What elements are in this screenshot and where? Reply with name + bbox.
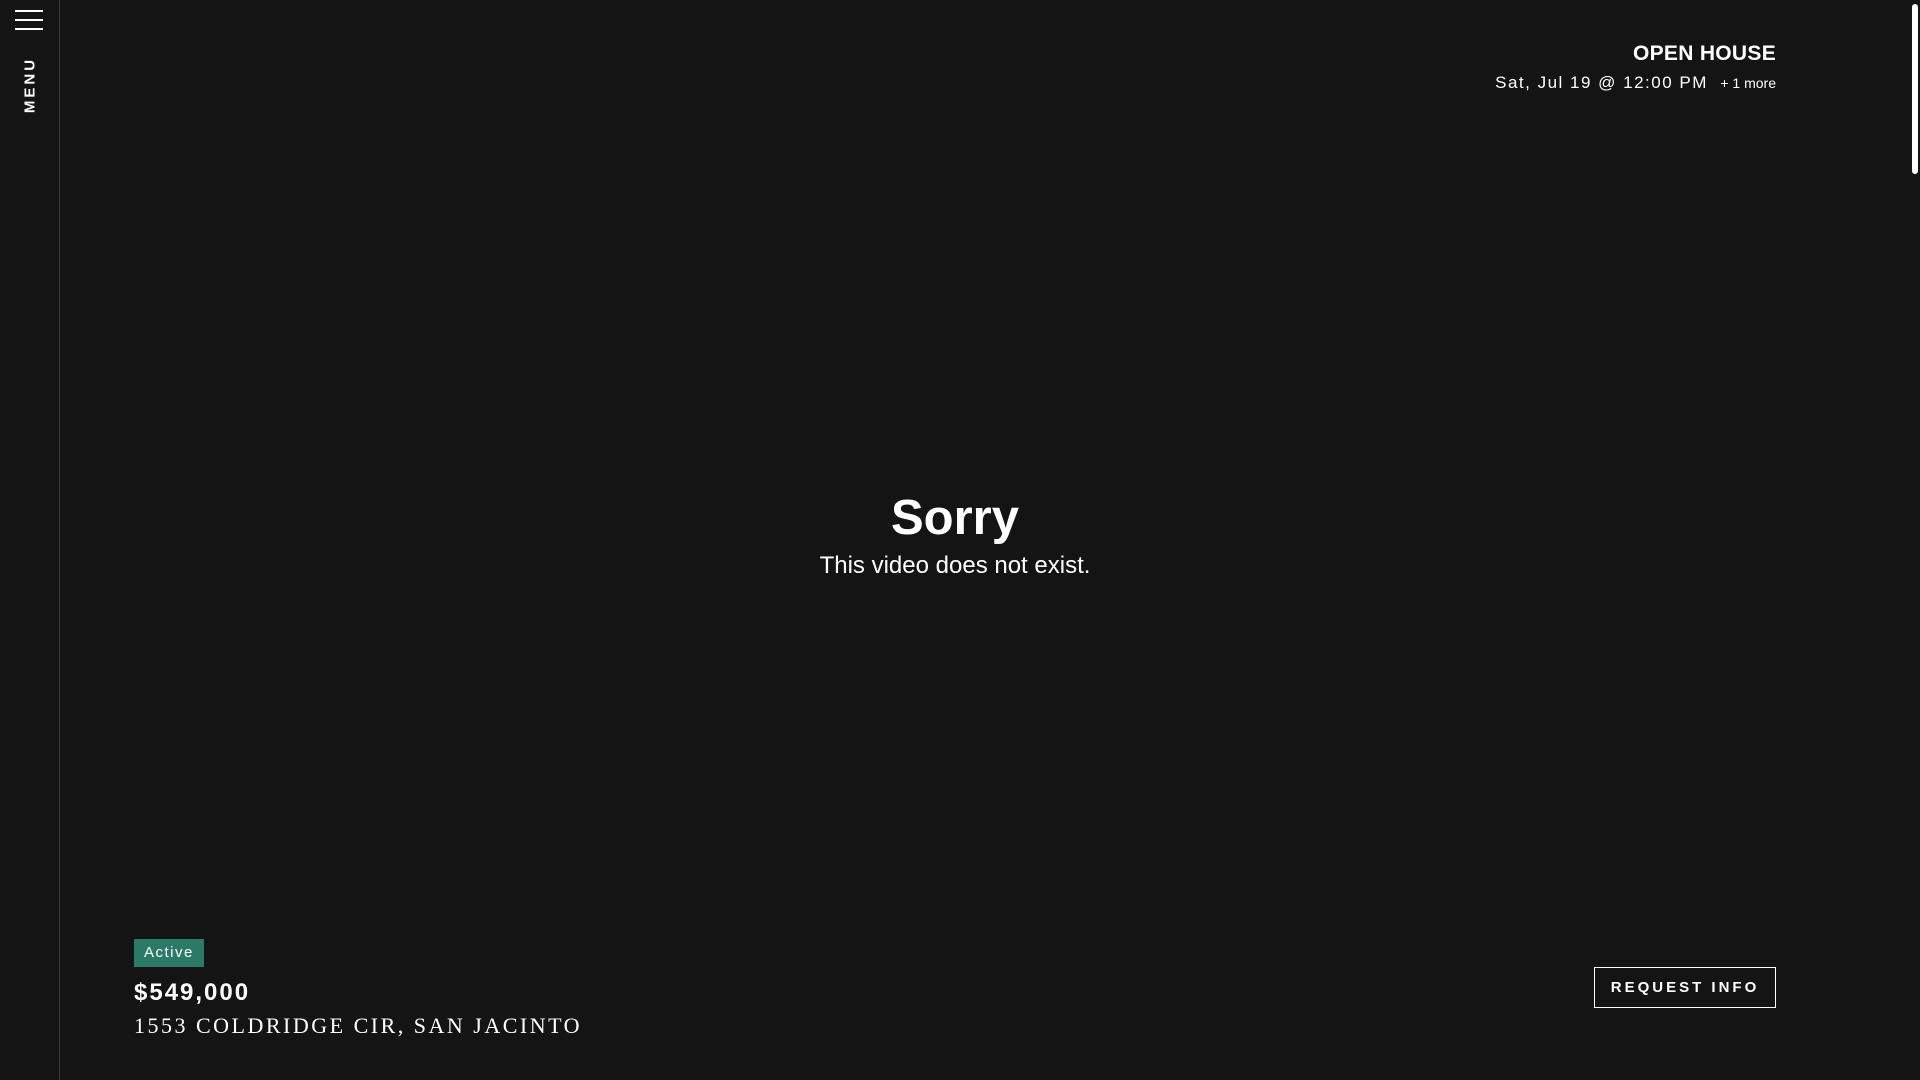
open-house-schedule: Sat, Jul 19 @ 12:00 PM + 1 more <box>1495 73 1776 93</box>
scrollbar-thumb[interactable] <box>1912 4 1918 174</box>
video-error-message: Sorry This video does not exist. <box>60 490 1850 580</box>
hamburger-line <box>15 28 43 30</box>
hamburger-line <box>15 10 43 12</box>
menu-label[interactable]: MENU <box>22 57 39 113</box>
listing-summary: Active $549,000 1553 COLDRIDGE CIR, SAN … <box>134 939 582 1039</box>
error-title: Sorry <box>890 491 1019 545</box>
open-house-more-link[interactable]: + 1 more <box>1720 75 1776 91</box>
open-house-info: OPEN HOUSE Sat, Jul 19 @ 12:00 PM + 1 mo… <box>1495 42 1776 93</box>
status-badge: Active <box>134 939 204 967</box>
video-player-area: OPEN HOUSE Sat, Jul 19 @ 12:00 PM + 1 mo… <box>60 0 1910 1080</box>
error-description: This video does not exist. <box>819 552 1091 579</box>
page-scrollbar[interactable] <box>1910 0 1920 1080</box>
hamburger-line <box>15 19 43 21</box>
open-house-date: Sat, Jul 19 @ 12:00 PM <box>1495 73 1708 92</box>
sidebar: MENU <box>0 0 60 1080</box>
listing-price: $549,000 <box>134 979 251 1006</box>
open-house-title: OPEN HOUSE <box>1632 42 1776 65</box>
hamburger-menu-icon[interactable] <box>15 10 43 32</box>
listing-address: 1553 COLDRIDGE CIR, SAN JACINTO <box>134 1013 583 1038</box>
request-info-button[interactable]: REQUEST INFO <box>1594 967 1776 1008</box>
